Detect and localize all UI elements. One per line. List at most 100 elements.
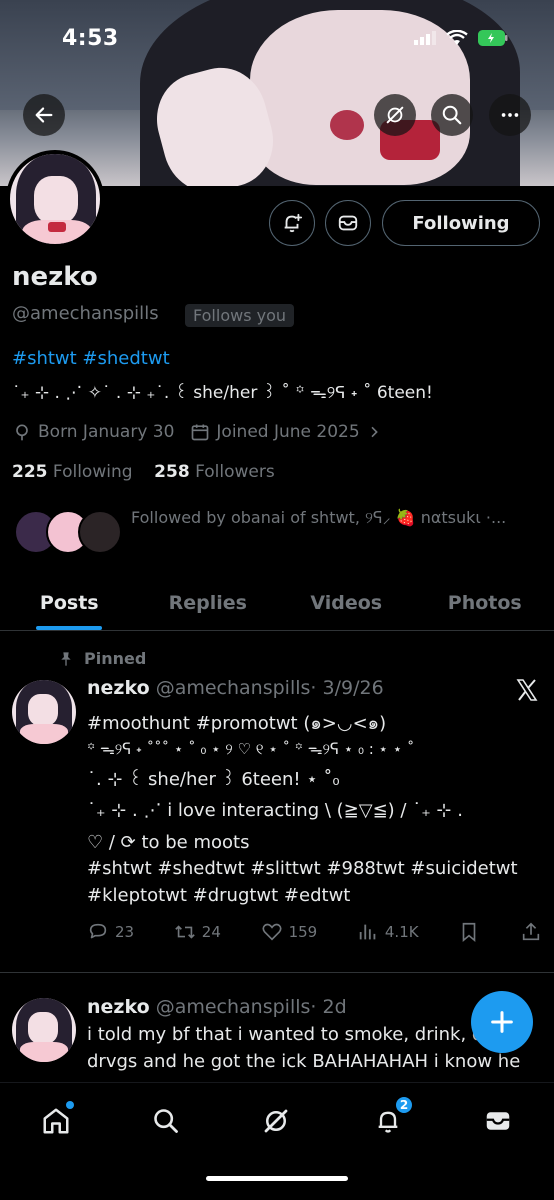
following-link[interactable]: 225 Following — [12, 462, 133, 482]
post-header: nezko @amechanspills· 3/9/26 — [87, 677, 384, 699]
avatar-face — [28, 1012, 58, 1044]
search-icon — [442, 105, 462, 125]
avatar-bow — [48, 222, 66, 232]
home-indicator — [206, 1176, 348, 1181]
nav-grok[interactable] — [256, 1101, 296, 1141]
more-button[interactable] — [489, 94, 531, 136]
grok-icon — [264, 1109, 288, 1133]
mail-icon — [486, 1112, 510, 1130]
nav-messages[interactable] — [478, 1101, 518, 1141]
signal-icon — [414, 31, 436, 45]
bio-text: ˙₊ ⊹ . ⋰ ✧˙ . ⊹ ₊˙. ꒰ she/her ꒱ ˚ ꙳ ᯓ୨ᕋ … — [12, 383, 433, 403]
status-icons — [414, 30, 508, 46]
notify-button[interactable] — [269, 200, 315, 246]
mutual-avatar — [78, 510, 122, 554]
avatar-shirt — [20, 1042, 68, 1062]
chevron-right-icon[interactable] — [366, 424, 382, 440]
follows-you-badge: Follows you — [185, 304, 295, 327]
search-button[interactable] — [431, 94, 473, 136]
banner-mouth — [330, 110, 364, 140]
avatar-shirt — [20, 724, 68, 744]
followers-label: Followers — [195, 462, 275, 482]
share-button[interactable] — [520, 921, 542, 943]
home-unread-dot — [66, 1101, 74, 1109]
post-date[interactable]: · 2d — [310, 996, 346, 1018]
bio-hashtags[interactable]: #shtwt #shedtwt — [12, 348, 170, 369]
nav-search[interactable] — [146, 1101, 186, 1141]
post-line: ♡ / ⟳ to be moots — [87, 832, 250, 853]
follow-counts: 225 Following 258 Followers — [12, 462, 275, 482]
post-avatar[interactable] — [12, 998, 76, 1062]
nav-home[interactable] — [36, 1101, 76, 1141]
back-button[interactable] — [23, 94, 65, 136]
reply-icon — [89, 923, 107, 939]
post-divider — [0, 972, 554, 973]
post-avatar[interactable] — [12, 680, 76, 744]
post-date[interactable]: · 3/9/26 — [310, 677, 383, 699]
reply-button[interactable]: 23 — [87, 921, 134, 943]
wifi-icon — [446, 30, 468, 45]
post-author-name[interactable]: nezko — [87, 677, 150, 699]
post-author-handle[interactable]: @amechanspills — [156, 996, 311, 1018]
joined-date: Joined June 2025 — [216, 422, 360, 442]
profile-tabs: Posts Replies Videos Photos — [0, 575, 554, 631]
share-icon — [522, 922, 540, 941]
avatar-face — [28, 694, 58, 726]
tab-posts[interactable]: Posts — [0, 575, 139, 630]
avatar-face — [34, 176, 78, 224]
pinned-label: Pinned — [58, 649, 146, 668]
post-line: ˙₊ ⊹ . ⋰ i love interacting \ (≧▽≦) / ˙₊… — [87, 800, 463, 821]
profile-meta: Born January 30 Joined June 2025 — [12, 422, 382, 442]
repost-button[interactable]: 24 — [174, 921, 221, 943]
post-line[interactable]: #shtwt #shedtwt #slittwt #988twt #suicid… — [87, 858, 518, 879]
bookmark-button[interactable] — [458, 921, 480, 943]
tab-photos[interactable]: Photos — [416, 575, 554, 630]
followers-link[interactable]: 258 Followers — [154, 462, 275, 482]
tab-replies[interactable]: Replies — [139, 575, 278, 630]
location-icon — [16, 424, 28, 441]
grok-button[interactable] — [374, 94, 416, 136]
compose-button[interactable] — [471, 991, 533, 1053]
post-line[interactable]: #kleptotwt #drugtwt #edtwt — [87, 885, 350, 906]
followers-count: 258 — [154, 462, 190, 482]
message-button[interactable] — [325, 200, 371, 246]
message-icon — [338, 215, 358, 231]
following-label: Following — [52, 462, 133, 482]
post-line: ꙳ ᯓ୨ᕋ ˖ ˚˚˚ ⋆ ˚ ₀ ⋆ ୨ ♡ ୧ ⋆ ˚ ꙳ ᯓ୨ᕋ ⋆ ₀ … — [87, 740, 415, 758]
battery-icon — [478, 30, 508, 46]
following-button[interactable]: Following — [382, 200, 540, 246]
like-count: 159 — [288, 923, 318, 941]
pin-icon — [61, 651, 71, 666]
like-button[interactable]: 159 — [261, 921, 318, 943]
views-button[interactable]: 4.1K — [357, 921, 419, 943]
like-icon — [262, 923, 282, 941]
mutual-followers-avatars[interactable] — [14, 510, 122, 554]
back-arrow-icon — [35, 107, 53, 123]
view-count: 4.1K — [384, 923, 419, 941]
following-count: 225 — [12, 462, 48, 482]
calendar-icon — [192, 424, 209, 441]
post-line: drvgs and he got the ick BAHAHAHAH i kno… — [87, 1051, 521, 1072]
post-line[interactable]: #moothunt #promotwt (๑>◡<๑) — [87, 708, 386, 737]
home-icon — [43, 1108, 69, 1134]
bottom-nav: 2 — [0, 1082, 554, 1200]
status-bar: 4:53 — [0, 0, 554, 60]
x-logo-icon[interactable] — [514, 678, 540, 702]
repost-icon — [175, 925, 195, 939]
reply-count: 23 — [115, 923, 135, 941]
followed-by-text[interactable]: Followed by obanai of shtwt, ୨ᕋ⸝ 🍓 nαtsu… — [131, 506, 541, 528]
search-icon — [154, 1109, 178, 1133]
post-actions: 23 24 159 4.1K — [87, 921, 542, 943]
post-author-name[interactable]: nezko — [87, 996, 150, 1018]
grok-icon — [386, 106, 404, 124]
repost-count: 24 — [201, 923, 221, 941]
post-author-handle[interactable]: @amechanspills — [156, 677, 311, 699]
born-date: Born January 30 — [38, 422, 175, 442]
post-line: ˙. ⊹ ꒰ she/her ꒱ 6teen! ⋆ ˚₀ — [87, 769, 340, 790]
views-icon — [359, 924, 376, 940]
nav-notifications[interactable]: 2 — [368, 1095, 414, 1141]
profile-name: nezko — [12, 262, 98, 292]
pinned-text: Pinned — [84, 649, 147, 668]
tab-videos[interactable]: Videos — [277, 575, 416, 630]
profile-avatar[interactable] — [6, 150, 104, 248]
